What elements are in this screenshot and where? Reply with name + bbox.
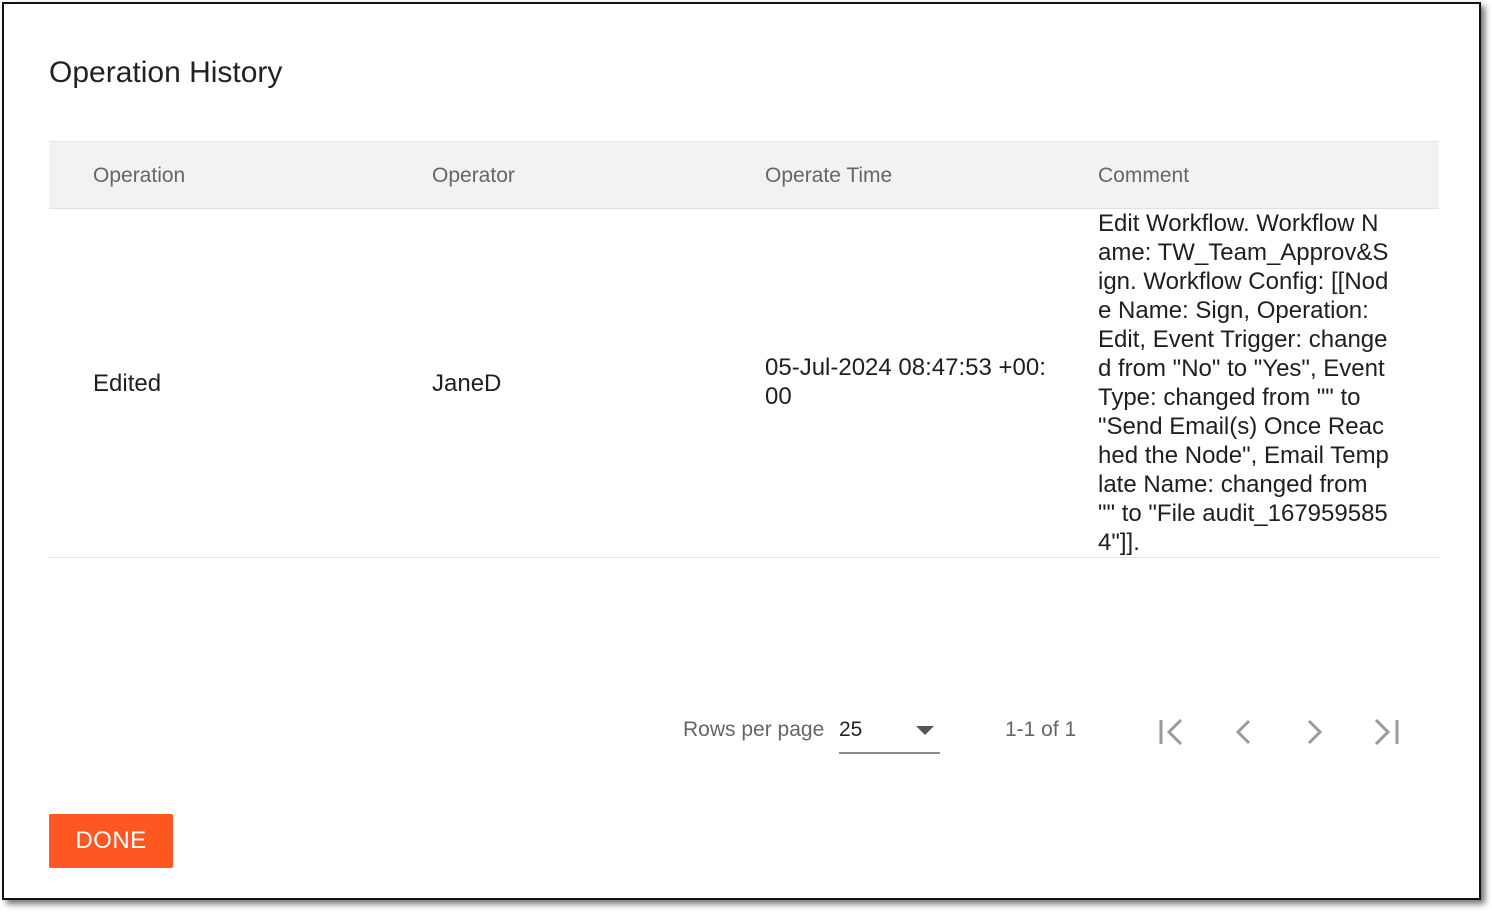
rows-per-page-value: 25: [839, 718, 863, 741]
cell-comment: Edit Workflow. Workflow Name: TW_Team_Ap…: [1098, 210, 1389, 556]
cell-operation: Edited: [93, 370, 162, 397]
operation-history-table: Operation Operator Operate Time Comment …: [49, 141, 1439, 558]
table-pagination: Rows per page 25 1-1 of 1: [4, 704, 1479, 760]
dialog-title: Operation History: [49, 56, 283, 89]
cell-operate-time: 05-Jul-2024 08:47:53 +00:00: [765, 354, 1046, 410]
last-page-icon: [1374, 718, 1399, 746]
chevron-left-icon: [1235, 719, 1251, 745]
first-page-icon: [1159, 718, 1183, 746]
chevron-right-icon: [1307, 719, 1323, 745]
rows-per-page-label: Rows per page: [683, 718, 825, 741]
done-button[interactable]: DONE: [49, 814, 173, 868]
table-header: Operation Operator Operate Time Comment: [49, 141, 1439, 209]
table-row: Edited JaneD 05-Jul-2024 08:47:53 +00:00…: [49, 209, 1439, 558]
previous-page-button[interactable]: [1223, 710, 1263, 754]
column-header-operator: Operator: [432, 164, 515, 187]
caret-down-icon: [916, 726, 934, 735]
pagination-range: 1-1 of 1: [1005, 718, 1077, 741]
column-header-operate-time: Operate Time: [765, 164, 893, 187]
column-header-operation: Operation: [93, 164, 186, 187]
first-page-button[interactable]: [1151, 710, 1191, 754]
next-page-button[interactable]: [1295, 710, 1335, 754]
cell-operator: JaneD: [432, 370, 502, 397]
rows-per-page-select[interactable]: 25: [839, 710, 940, 754]
last-page-button[interactable]: [1367, 710, 1407, 754]
operation-history-dialog: Operation History Operation Operator Ope…: [2, 2, 1481, 900]
column-header-comment: Comment: [1098, 164, 1190, 187]
